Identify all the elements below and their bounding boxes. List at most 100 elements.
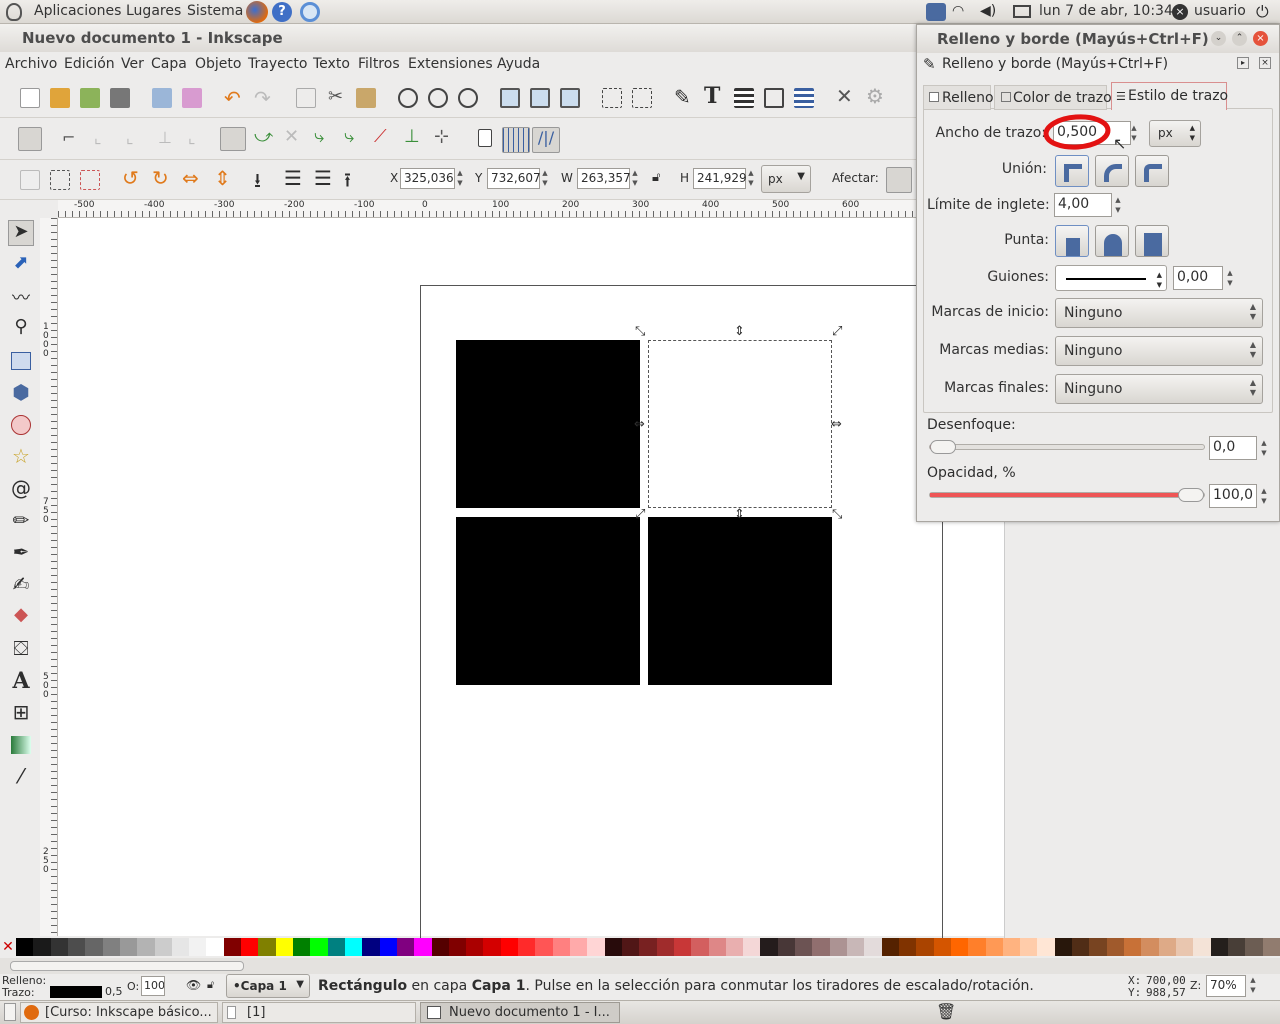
selector-tool-icon[interactable]: ➤ <box>8 220 34 246</box>
deselect-icon[interactable] <box>80 170 100 190</box>
preferences-icon[interactable]: ✕ <box>836 84 853 108</box>
snap-grid-icon[interactable] <box>502 127 530 153</box>
paint-bucket-tool-icon[interactable]: ⛋ <box>8 636 34 662</box>
gradient-tool-icon[interactable] <box>8 732 34 758</box>
palette-swatch[interactable] <box>985 938 1003 956</box>
dialog-minimize-icon[interactable]: ⌄ <box>1211 31 1226 46</box>
palette-swatch[interactable] <box>1072 938 1090 956</box>
snap-smooth-icon[interactable]: ⤷ <box>344 126 354 147</box>
palette-swatch[interactable] <box>67 938 86 956</box>
panel-close-icon[interactable]: × <box>1259 57 1271 69</box>
palette-swatch[interactable] <box>968 938 986 956</box>
menu-texto[interactable]: Texto <box>313 56 350 72</box>
scale-handle-s[interactable]: ⇕ <box>734 507 745 522</box>
print-icon[interactable] <box>110 88 130 108</box>
blur-slider-thumb[interactable] <box>930 440 956 454</box>
group-icon[interactable] <box>602 88 622 108</box>
palette-swatch[interactable] <box>1262 938 1280 956</box>
palette-swatch[interactable] <box>16 938 34 956</box>
raise-top-icon[interactable]: ⭱ <box>344 166 351 200</box>
zoom-page-icon[interactable] <box>458 88 478 108</box>
ungroup-icon[interactable] <box>632 88 652 108</box>
miter-join-icon[interactable] <box>1055 155 1089 187</box>
help-icon[interactable]: ? <box>272 2 292 22</box>
network-users-icon[interactable] <box>926 3 946 21</box>
tweak-tool-icon[interactable]: 〰 <box>8 284 34 310</box>
blur-spinner[interactable]: ▲ ▼ <box>1259 438 1269 459</box>
palette-swatch[interactable] <box>570 938 588 956</box>
start-markers-select[interactable]: Ninguno ▲ ▼ <box>1055 298 1263 328</box>
snap-midpoints-icon[interactable]: ⟋ <box>374 126 387 147</box>
trash-icon[interactable]: 🗑︎ <box>936 1002 956 1021</box>
round-cap-icon[interactable] <box>1095 225 1129 257</box>
palette-swatch[interactable] <box>1158 938 1176 956</box>
rectangle-tool-icon[interactable] <box>8 348 34 374</box>
user-name[interactable]: usuario <box>1194 3 1246 19</box>
snap-paths-icon[interactable]: ⤻ <box>254 126 273 147</box>
tab-estilo-trazo[interactable]: ☰ Estilo de trazo <box>1111 82 1228 110</box>
snap-page-border-icon[interactable] <box>478 129 492 147</box>
undo-icon[interactable]: ↶ <box>224 86 241 110</box>
spiral-tool-icon[interactable]: @ <box>8 476 34 502</box>
new-document-icon[interactable] <box>20 88 40 108</box>
snap-cusp-icon[interactable]: ⤷ <box>314 126 324 147</box>
palette-swatch[interactable] <box>85 938 103 956</box>
select-all-icon[interactable] <box>20 170 40 190</box>
palette-swatch[interactable] <box>1227 938 1246 956</box>
palette-swatch[interactable] <box>812 938 830 956</box>
palette-swatch[interactable] <box>223 938 242 956</box>
snap-bbox-midpoints-icon[interactable]: ⊥ <box>158 128 172 147</box>
rectangle-bottom-left[interactable] <box>456 517 640 685</box>
menu-capa[interactable]: Capa <box>151 56 187 72</box>
palette-swatch[interactable] <box>691 938 709 956</box>
palette-swatch[interactable] <box>137 938 155 956</box>
palette-swatch[interactable] <box>777 938 796 956</box>
palette-swatch[interactable] <box>379 938 397 956</box>
calligraphy-tool-icon[interactable]: ✍ <box>8 572 34 598</box>
snap-bbox-icon[interactable]: ⌐ <box>62 128 75 147</box>
blur-slider[interactable] <box>929 440 1205 454</box>
palette-swatch[interactable] <box>1089 938 1107 956</box>
palette-swatch[interactable] <box>1124 938 1142 956</box>
palette-swatch[interactable] <box>1245 938 1263 956</box>
zoom-spinner[interactable]: ▲ ▼ <box>1248 975 1258 996</box>
menu-objeto[interactable]: Objeto <box>195 56 241 72</box>
tab-color-trazo[interactable]: Color de trazo <box>994 85 1112 110</box>
dialog-close-icon[interactable]: × <box>1253 31 1268 46</box>
palette-swatch[interactable] <box>673 938 692 956</box>
power-icon[interactable]: ⏻ <box>1256 2 1269 22</box>
palette-swatch[interactable] <box>829 938 847 956</box>
scale-handle-e[interactable]: ⇔ <box>831 417 842 432</box>
opacity-slider-thumb[interactable] <box>1178 488 1204 502</box>
import-icon[interactable] <box>152 88 172 108</box>
palette-swatch[interactable] <box>1175 938 1194 956</box>
palette-swatch[interactable] <box>154 938 172 956</box>
palette-swatch[interactable] <box>1037 938 1055 956</box>
snap-bbox-corners-icon[interactable]: ⌞ <box>126 128 134 147</box>
y-input[interactable]: 732,607 <box>487 168 541 189</box>
visibility-eye-icon[interactable]: 👁︎ <box>186 978 201 992</box>
affect-stroke-scale-icon[interactable] <box>886 167 912 193</box>
scale-handle-sw[interactable]: ⤢ <box>635 507 645 522</box>
menu-ayuda[interactable]: Ayuda <box>497 56 540 72</box>
palette-swatch[interactable] <box>656 938 674 956</box>
snap-toggle-icon[interactable] <box>18 127 42 151</box>
menu-edicion[interactable]: Edición <box>64 56 115 72</box>
menu-archivo[interactable]: Archivo <box>5 56 57 72</box>
snap-intersections-icon[interactable]: ✕ <box>284 126 299 147</box>
ellipse-tool-icon[interactable] <box>8 412 34 438</box>
eraser-tool-icon[interactable]: ◆ <box>8 604 34 630</box>
pencil-tool-icon[interactable]: ✏ <box>8 508 34 534</box>
task-group[interactable]: [1] <box>222 1002 416 1023</box>
palette-swatch[interactable] <box>33 938 51 956</box>
connector-tool-icon[interactable]: ⊞ <box>8 700 34 726</box>
dash-offset-spinner[interactable]: ▲ ▼ <box>1225 268 1235 289</box>
palette-swatch[interactable] <box>1054 938 1073 956</box>
fill-stroke-icon[interactable]: ✎ <box>674 85 691 109</box>
scale-handle-w[interactable]: ⇔ <box>634 417 645 432</box>
tab-relleno[interactable]: Relleno <box>923 85 994 110</box>
palette-swatch[interactable] <box>327 938 345 956</box>
xml-editor-icon[interactable] <box>764 88 784 108</box>
palette-swatch[interactable] <box>293 938 311 956</box>
panel-dock-icon[interactable]: ▸ <box>1237 57 1249 69</box>
